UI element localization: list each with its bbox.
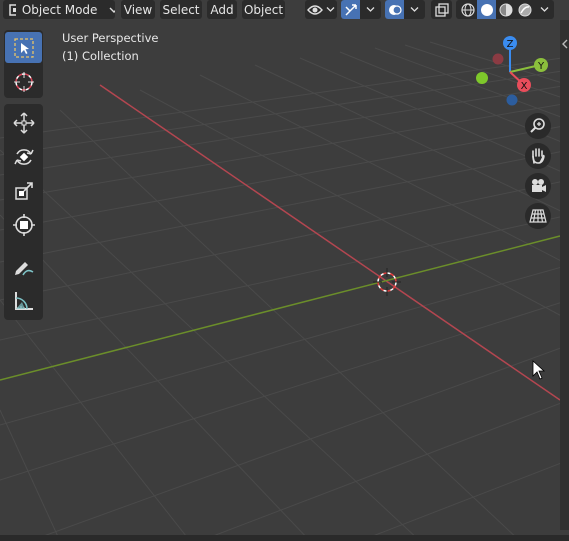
pan-button[interactable] (525, 143, 551, 169)
chevron-down-icon (326, 7, 335, 12)
rotate-icon (13, 148, 34, 165)
cursor-tool[interactable] (4, 66, 43, 97)
gizmo-toggle[interactable] (341, 0, 360, 19)
camera-button[interactable] (525, 173, 551, 199)
rendered-shading-button[interactable] (515, 0, 534, 19)
toolbar-transform-group (4, 104, 43, 320)
select-box-icon (13, 37, 34, 58)
move-tool[interactable] (4, 107, 43, 138)
negative-x-dot (492, 53, 504, 65)
annotate-pencil-icon (14, 261, 33, 275)
material-shading-icon (499, 3, 512, 16)
overlay-dropdown[interactable] (385, 0, 425, 19)
measure-ruler-icon (14, 291, 33, 310)
x-axis-label: X (521, 81, 528, 92)
rendered-shading-icon (518, 3, 531, 16)
y-axis-label: Y (537, 61, 545, 72)
overlay-icon (388, 4, 402, 15)
chevron-down-icon (540, 7, 548, 12)
x-axis-line (99, 84, 561, 401)
shading-mode-group (456, 0, 554, 19)
annotate-tool[interactable] (4, 251, 43, 282)
negative-z-dot (506, 94, 518, 106)
select-menu[interactable]: Select (160, 0, 202, 19)
chevron-down-icon (410, 7, 419, 12)
toolbar-select-group (4, 30, 43, 98)
shading-options-dropdown[interactable] (535, 0, 553, 19)
wireframe-shading-icon (460, 2, 475, 17)
wireframe-shading-button[interactable] (458, 0, 477, 19)
gizmo-icon (344, 3, 357, 16)
view-menu[interactable]: View (121, 0, 155, 19)
object-menu[interactable]: Object (242, 0, 285, 19)
add-menu[interactable]: Add (207, 0, 237, 19)
navigation-gizmo[interactable]: Z Y X (470, 32, 560, 112)
cursor-icon (13, 71, 34, 92)
material-shading-button[interactable] (496, 0, 515, 19)
gizmo-dropdown[interactable] (341, 0, 381, 19)
rotate-tool[interactable] (4, 141, 43, 172)
bottom-edge (0, 535, 569, 541)
hand-icon (532, 148, 545, 164)
transform-tool[interactable] (4, 209, 43, 240)
measure-tool[interactable] (4, 285, 43, 316)
overlay-toggle[interactable] (385, 0, 404, 19)
perspective-toggle-button[interactable] (525, 203, 551, 229)
view-name-label: User Perspective (62, 31, 159, 45)
chevron-left-icon (562, 39, 568, 49)
scale-tool[interactable] (4, 175, 43, 206)
move-icon (12, 111, 35, 134)
3d-viewport[interactable]: User Perspective (1) Collection Z Y X Ob… (0, 0, 569, 541)
negative-y-dot (476, 72, 488, 84)
viewport-header: Object Mode View Select Add Object (0, 0, 569, 20)
collection-label: (1) Collection (62, 49, 139, 63)
visibility-eye-icon (307, 4, 323, 15)
object-mode-icon (9, 3, 16, 16)
scale-icon (14, 181, 33, 200)
transform-icon (12, 213, 35, 236)
xray-icon (434, 2, 449, 17)
grid-perspective-icon (529, 209, 547, 223)
camera-icon (532, 179, 546, 192)
mode-label: Object Mode (21, 2, 98, 17)
zoom-icon (530, 118, 545, 133)
sidebar-edge[interactable] (560, 20, 569, 530)
visibility-dropdown[interactable] (305, 0, 337, 19)
mouse-pointer-icon (532, 360, 546, 380)
solid-shading-button[interactable] (477, 0, 496, 19)
y-axis-line (0, 235, 561, 381)
chevron-down-icon (366, 7, 375, 12)
mode-dropdown[interactable]: Object Mode (3, 0, 115, 19)
xray-toggle[interactable] (431, 0, 452, 19)
chevron-down-icon (109, 7, 115, 13)
select-box-tool[interactable] (5, 32, 42, 63)
solid-shading-icon (480, 3, 493, 16)
z-axis-label: Z (507, 39, 514, 50)
zoom-button[interactable] (525, 113, 551, 139)
